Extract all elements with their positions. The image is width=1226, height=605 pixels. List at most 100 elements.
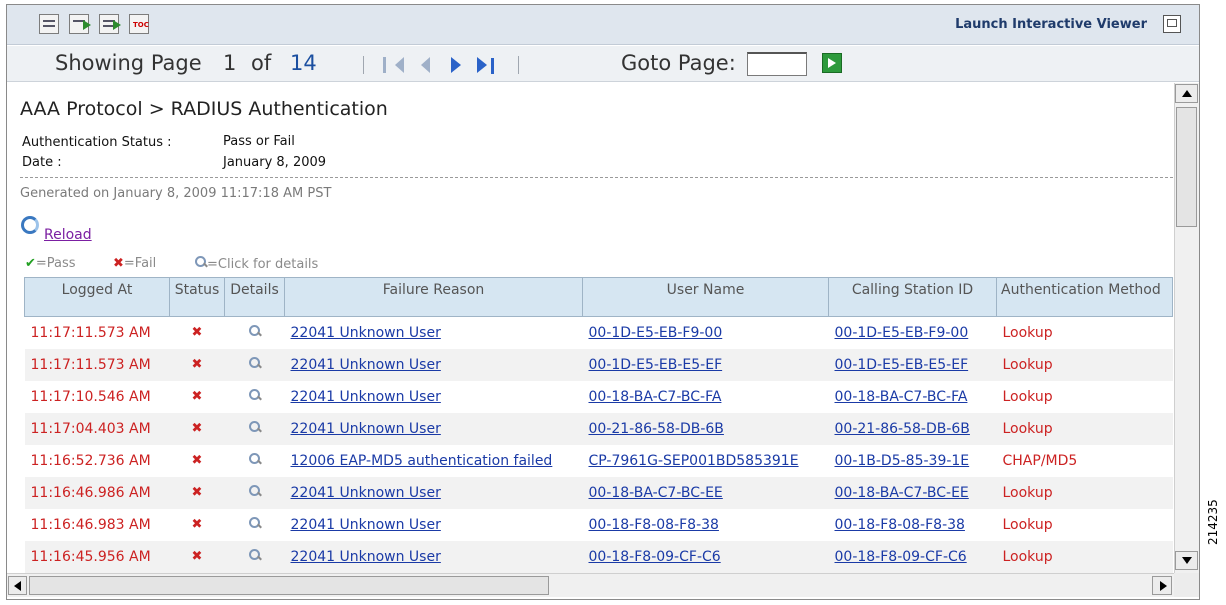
calling-station-link[interactable]: 00-1D-E5-EB-E5-EF bbox=[835, 357, 969, 373]
user-name-link[interactable]: 00-18-F8-08-F8-38 bbox=[589, 517, 719, 533]
column-header-failure-reason[interactable]: Failure Reason bbox=[284, 277, 583, 317]
user-name-link[interactable]: 00-18-F8-09-CF-C6 bbox=[589, 549, 721, 565]
user-name-link[interactable]: 00-21-86-58-DB-6B bbox=[589, 421, 724, 437]
table-row: 11:17:10.546 AM ✖ 22041 Unknown User 00-… bbox=[25, 381, 1173, 413]
last-page-icon[interactable] bbox=[477, 57, 487, 73]
param-label-status: Authentication Status : bbox=[22, 135, 172, 150]
failure-reason-link[interactable]: 22041 Unknown User bbox=[291, 421, 441, 437]
first-page-icon[interactable] bbox=[383, 57, 404, 73]
legend-pass-label: =Pass bbox=[35, 256, 76, 271]
fail-status-icon: ✖ bbox=[169, 540, 225, 573]
scroll-right-button[interactable] bbox=[1152, 576, 1172, 595]
reload-icon[interactable] bbox=[21, 216, 39, 234]
calling-station-link[interactable]: 00-18-BA-C7-BC-EE bbox=[835, 485, 969, 501]
calling-station-link[interactable]: 00-18-BA-C7-BC-FA bbox=[835, 389, 968, 405]
user-name-link[interactable]: 00-18-BA-C7-BC-FA bbox=[589, 389, 722, 405]
horizontal-scrollbar[interactable] bbox=[7, 573, 1174, 597]
details-magnifier-icon[interactable] bbox=[248, 548, 261, 561]
user-name-link[interactable]: 00-1D-E5-EB-F9-00 bbox=[589, 325, 723, 341]
column-header-status[interactable]: Status bbox=[169, 277, 225, 317]
details-cell bbox=[225, 445, 285, 477]
failure-reason-link[interactable]: 22041 Unknown User bbox=[291, 517, 441, 533]
failure-reason-link[interactable]: 22041 Unknown User bbox=[291, 549, 441, 565]
logged-at-cell: 11:17:04.403 AM bbox=[24, 412, 170, 445]
table-row: 11:17:11.573 AM ✖ 22041 Unknown User 00-… bbox=[24, 348, 1173, 381]
details-magnifier-icon[interactable] bbox=[248, 356, 261, 369]
failure-reason-link[interactable]: 22041 Unknown User bbox=[291, 325, 441, 341]
vertical-scrollbar[interactable] bbox=[1174, 83, 1199, 573]
launch-interactive-viewer-link[interactable]: Launch Interactive Viewer bbox=[955, 17, 1147, 32]
fail-status-icon: ✖ bbox=[191, 453, 203, 468]
scroll-up-button[interactable] bbox=[1175, 84, 1198, 103]
pager-separator bbox=[363, 56, 364, 74]
details-magnifier-icon[interactable] bbox=[248, 516, 261, 529]
auth-method-cell: Lookup bbox=[996, 476, 1173, 509]
figure-code: 214235 bbox=[1206, 499, 1220, 545]
calling-station-link[interactable]: 00-21-86-58-DB-6B bbox=[835, 421, 970, 437]
user-name-link[interactable]: 00-18-BA-C7-BC-EE bbox=[589, 485, 723, 501]
vertical-scroll-thumb[interactable] bbox=[1176, 107, 1197, 227]
toc-icon[interactable]: TOC bbox=[129, 14, 149, 34]
scroll-left-button[interactable] bbox=[8, 576, 27, 595]
pager-separator bbox=[518, 56, 519, 74]
param-value-status: Pass or Fail bbox=[223, 134, 295, 149]
column-header-details[interactable]: Details bbox=[224, 277, 285, 317]
details-magnifier-icon[interactable] bbox=[248, 452, 261, 465]
fail-status-icon: ✖ bbox=[191, 325, 203, 341]
fail-status-icon: ✖ bbox=[191, 389, 203, 404]
failure-reason-link[interactable]: 22041 Unknown User bbox=[291, 357, 441, 373]
auth-method-cell: Lookup bbox=[1002, 516, 1053, 533]
failure-reason-link[interactable]: 22041 Unknown User bbox=[291, 389, 441, 405]
arrow-up-icon bbox=[1182, 90, 1192, 97]
arrow-down-icon bbox=[1182, 557, 1192, 564]
details-cell bbox=[224, 540, 285, 573]
goto-page-button[interactable] bbox=[822, 53, 842, 73]
failure-reason-link[interactable]: 22041 Unknown User bbox=[291, 485, 441, 501]
next-page-icon[interactable] bbox=[451, 57, 461, 73]
export-icon[interactable] bbox=[69, 14, 91, 34]
auth-method-cell: Lookup bbox=[1002, 324, 1053, 341]
details-cell bbox=[224, 348, 285, 381]
column-header-calling-station-id[interactable]: Calling Station ID bbox=[828, 277, 997, 317]
horizontal-scroll-thumb[interactable] bbox=[29, 576, 549, 595]
auth-method-cell: Lookup bbox=[996, 540, 1173, 573]
user-name-link[interactable]: CP-7961G-SEP001BD585391E bbox=[589, 453, 799, 469]
divider bbox=[20, 177, 1173, 178]
calling-station-link[interactable]: 00-1D-E5-EB-F9-00 bbox=[835, 325, 969, 341]
calling-station-link[interactable]: 00-1B-D5-85-39-1E bbox=[835, 453, 970, 469]
arrow-right-icon bbox=[1160, 581, 1167, 591]
fail-status-icon: ✖ bbox=[169, 476, 225, 509]
calling-station-link[interactable]: 00-18-F8-09-CF-C6 bbox=[835, 549, 967, 565]
column-header-authentication-method[interactable]: Authentication Method bbox=[996, 277, 1173, 317]
calling-station-link[interactable]: 00-18-F8-08-F8-38 bbox=[835, 517, 965, 533]
auth-method-cell: Lookup bbox=[996, 348, 1173, 381]
auth-method-cell: Lookup bbox=[996, 412, 1173, 445]
previous-page-icon[interactable] bbox=[421, 57, 430, 73]
export-data-icon[interactable] bbox=[99, 14, 121, 34]
table-row: 11:16:45.956 AM ✖ 22041 Unknown User 00-… bbox=[24, 540, 1173, 573]
details-magnifier-icon[interactable] bbox=[248, 484, 261, 497]
user-name-link[interactable]: 00-1D-E5-EB-E5-EF bbox=[589, 357, 723, 373]
report-viewer: TOC Launch Interactive Viewer Showing Pa… bbox=[6, 4, 1200, 600]
legend-details-label: =Click for details bbox=[207, 257, 319, 272]
current-page-number: 1 bbox=[223, 51, 237, 75]
details-magnifier-icon[interactable] bbox=[248, 388, 261, 401]
goto-page-input[interactable] bbox=[747, 52, 807, 76]
table-row: 11:16:46.983 AM ✖ 22041 Unknown User 00-… bbox=[25, 509, 1173, 541]
goto-page-label: Goto Page: bbox=[621, 51, 736, 75]
failure-reason-link[interactable]: 12006 EAP-MD5 authentication failed bbox=[291, 453, 553, 469]
interactive-viewer-icon[interactable] bbox=[1163, 15, 1181, 33]
column-header-logged-at[interactable]: Logged At bbox=[24, 277, 170, 317]
details-magnifier-icon[interactable] bbox=[248, 420, 261, 433]
auth-method-cell: CHAP/MD5 bbox=[1002, 452, 1078, 469]
details-cell bbox=[224, 412, 285, 445]
reload-link[interactable]: Reload bbox=[44, 227, 92, 243]
scroll-down-button[interactable] bbox=[1175, 551, 1198, 570]
details-magnifier-icon[interactable] bbox=[248, 324, 261, 337]
column-header-user-name[interactable]: User Name bbox=[582, 277, 829, 317]
print-icon[interactable] bbox=[39, 14, 59, 34]
of-label: of bbox=[251, 51, 272, 75]
logged-at-cell: 11:17:11.573 AM bbox=[24, 348, 170, 381]
fail-status-icon: ✖ bbox=[191, 517, 203, 532]
details-cell bbox=[225, 381, 285, 413]
